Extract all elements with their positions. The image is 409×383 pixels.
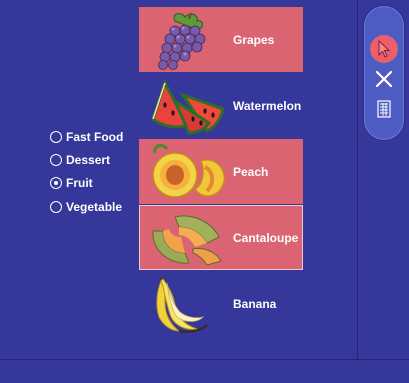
radio-fruit[interactable]: Fruit	[50, 174, 93, 192]
pointer-tool-button[interactable]	[369, 34, 399, 64]
list-item-peach[interactable]: Peach	[139, 139, 303, 204]
cantaloupe-icon	[152, 215, 222, 266]
radio-label: Fruit	[66, 176, 93, 190]
close-icon	[375, 70, 393, 88]
item-label: Peach	[233, 164, 269, 179]
status-bar	[0, 359, 409, 383]
radio-label: Dessert	[66, 153, 111, 167]
peach-icon	[152, 144, 226, 198]
radio-circle[interactable]	[50, 131, 62, 143]
radio-vegetable[interactable]: Vegetable	[50, 198, 122, 216]
grapes-icon	[158, 12, 206, 70]
toolbar	[364, 6, 404, 140]
radio-label: Fast Food	[66, 130, 124, 144]
document-tool-button[interactable]	[369, 94, 399, 124]
list-item-cantaloupe[interactable]: Cantaloupe	[139, 205, 303, 270]
document-icon	[377, 100, 391, 118]
close-tool-button[interactable]	[369, 64, 399, 94]
item-label: Grapes	[233, 32, 275, 47]
radio-circle[interactable]	[50, 154, 62, 166]
pointer-icon	[378, 39, 391, 58]
radio-label: Vegetable	[66, 200, 123, 214]
list-item-watermelon[interactable]: Watermelon	[139, 73, 303, 138]
app-window: Fast Food Dessert Fruit Vegetable Grapes…	[0, 0, 409, 383]
radio-dessert[interactable]: Dessert	[50, 151, 110, 169]
item-label: Watermelon	[233, 98, 302, 113]
radio-circle[interactable]	[50, 201, 62, 213]
item-label: Cantaloupe	[233, 230, 299, 245]
banana-icon	[156, 277, 208, 333]
radio-fast-food[interactable]: Fast Food	[50, 128, 123, 146]
list-item-grapes[interactable]: Grapes	[139, 7, 303, 72]
list-item-banana[interactable]: Banana	[139, 271, 303, 336]
watermelon-icon	[151, 79, 225, 135]
item-label: Banana	[233, 296, 277, 311]
radio-circle-checked[interactable]	[50, 177, 62, 189]
